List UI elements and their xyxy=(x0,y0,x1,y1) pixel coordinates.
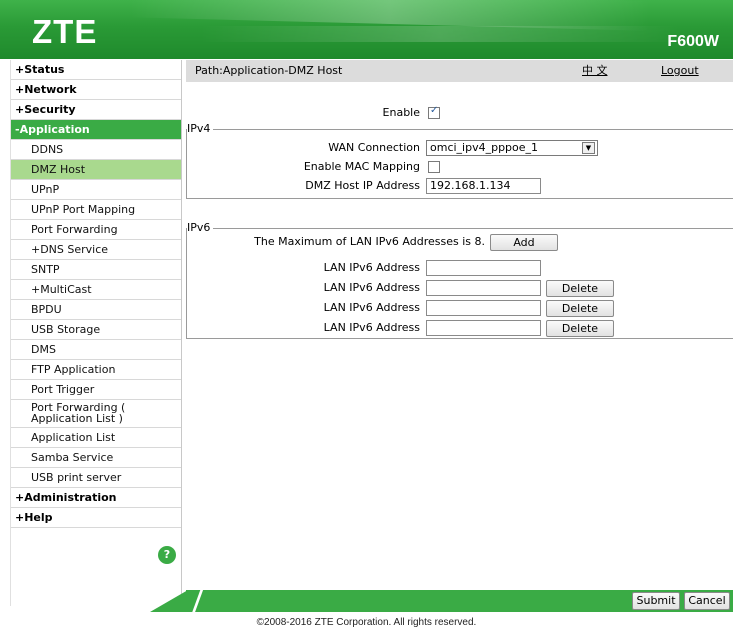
wan-connection-select[interactable]: omci_ipv4_pppoe_1 ▼ xyxy=(426,140,598,156)
logout-link[interactable]: Logout xyxy=(661,60,699,82)
nav-upnp-port-mapping[interactable]: UPnP Port Mapping xyxy=(11,200,181,220)
delete-ipv6-button[interactable]: Delete xyxy=(546,320,614,337)
wan-connection-value: omci_ipv4_pppoe_1 xyxy=(430,141,539,154)
lan-ipv6-address-input[interactable] xyxy=(426,260,541,276)
dmz-host-ip-input[interactable]: 192.168.1.134 xyxy=(426,178,541,194)
wan-connection-label: WAN Connection xyxy=(328,141,420,154)
lan-ipv6-address-label: LAN IPv6 Address xyxy=(323,281,420,294)
lan-ipv6-address-input[interactable] xyxy=(426,280,541,296)
mac-mapping-checkbox[interactable] xyxy=(428,161,440,173)
enable-checkbox[interactable] xyxy=(428,105,440,119)
nav-dms[interactable]: DMS xyxy=(11,340,181,360)
help-icon[interactable]: ? xyxy=(158,546,176,564)
sidebar-nav: +Status +Network +Security -Application … xyxy=(10,60,182,606)
nav-ddns[interactable]: DDNS xyxy=(11,140,181,160)
nav-help[interactable]: +Help xyxy=(11,508,181,528)
nav-status[interactable]: +Status xyxy=(11,60,181,80)
lan-ipv6-address-label: LAN IPv6 Address xyxy=(323,301,420,314)
lan-ipv6-address-input[interactable] xyxy=(426,300,541,316)
add-ipv6-button[interactable]: Add xyxy=(490,234,558,251)
dmz-host-ip-label: DMZ Host IP Address xyxy=(305,179,420,192)
nav-application[interactable]: -Application xyxy=(11,120,181,140)
nav-application-list[interactable]: Application List xyxy=(11,428,181,448)
copyright-text: ©2008-2016 ZTE Corporation. All rights r… xyxy=(256,617,477,628)
nav-multicast[interactable]: +MultiCast xyxy=(11,280,181,300)
footer-decoration xyxy=(150,590,188,612)
nav-dmz-host[interactable]: DMZ Host xyxy=(11,160,181,180)
cancel-button[interactable]: Cancel xyxy=(684,592,730,610)
zte-logo: ZTE xyxy=(32,13,98,50)
nav-usb-print-server[interactable]: USB print server xyxy=(11,468,181,488)
ipv6-max-text: The Maximum of LAN IPv6 Addresses is 8. xyxy=(254,235,485,248)
mac-mapping-label: Enable MAC Mapping xyxy=(303,160,420,173)
nav-sntp[interactable]: SNTP xyxy=(11,260,181,280)
lan-ipv6-address-label: LAN IPv6 Address xyxy=(323,321,420,334)
footer-decoration xyxy=(186,590,206,612)
ipv4-legend: IPv4 xyxy=(187,123,214,135)
delete-ipv6-button[interactable]: Delete xyxy=(546,280,614,297)
lan-ipv6-address-label: LAN IPv6 Address xyxy=(323,261,420,274)
nav-upnp[interactable]: UPnP xyxy=(11,180,181,200)
nav-dns-service[interactable]: +DNS Service xyxy=(11,240,181,260)
nav-port-trigger[interactable]: Port Trigger xyxy=(11,380,181,400)
submit-button[interactable]: Submit xyxy=(632,592,680,610)
breadcrumb: Path:Application-DMZ Host xyxy=(195,64,343,77)
language-link[interactable]: 中 文 xyxy=(582,60,608,82)
ipv6-legend: IPv6 xyxy=(187,222,214,234)
nav-security[interactable]: +Security xyxy=(11,100,181,120)
nav-network[interactable]: +Network xyxy=(11,80,181,100)
nav-administration[interactable]: +Administration xyxy=(11,488,181,508)
lan-ipv6-address-input[interactable] xyxy=(426,320,541,336)
dropdown-arrow-icon[interactable]: ▼ xyxy=(582,142,595,154)
nav-usb-storage[interactable]: USB Storage xyxy=(11,320,181,340)
delete-ipv6-button[interactable]: Delete xyxy=(546,300,614,317)
header-light-streak xyxy=(200,26,680,42)
nav-ftp-application[interactable]: FTP Application xyxy=(11,360,181,380)
nav-port-forwarding-app-list[interactable]: Port Forwarding ( Application List ) xyxy=(11,400,181,428)
nav-samba-service[interactable]: Samba Service xyxy=(11,448,181,468)
enable-label: Enable xyxy=(382,106,420,119)
nav-port-forwarding[interactable]: Port Forwarding xyxy=(11,220,181,240)
path-bar: Path:Application-DMZ Host 中 文 Logout xyxy=(186,60,733,82)
header-banner: ZTE F600W xyxy=(0,0,733,59)
nav-bpdu[interactable]: BPDU xyxy=(11,300,181,320)
model-name: F600W xyxy=(667,33,719,50)
